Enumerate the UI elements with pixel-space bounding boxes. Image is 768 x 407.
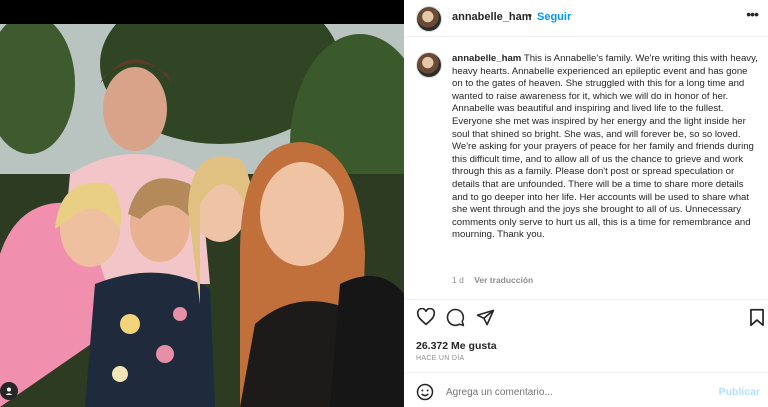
bookmark-icon[interactable] xyxy=(749,308,765,332)
emoji-icon[interactable] xyxy=(416,383,434,406)
post-panel: annabelle_ham • Seguir ••• annabelle_ham… xyxy=(404,0,768,407)
photo-illustration xyxy=(0,24,404,407)
publish-button[interactable]: Publicar xyxy=(719,386,760,398)
post-header: annabelle_ham • Seguir ••• xyxy=(404,0,768,37)
header-separator: • xyxy=(528,10,532,22)
user-tag-icon[interactable] xyxy=(0,382,18,400)
comment-input[interactable] xyxy=(446,387,696,398)
caption-text: This is Annabelle's family. We're writin… xyxy=(452,53,758,241)
caption-avatar[interactable] xyxy=(416,52,442,78)
send-icon[interactable] xyxy=(476,308,495,332)
see-translation-link[interactable]: Ver traducción xyxy=(474,275,533,285)
comment-icon[interactable] xyxy=(446,308,465,332)
follow-button[interactable]: Seguir xyxy=(537,11,571,23)
caption-username[interactable]: annabelle_ham xyxy=(452,53,521,64)
likes-count[interactable]: 26.372 Me gusta xyxy=(416,340,497,352)
post-caption: annabelle_ham This is Annabelle's family… xyxy=(452,53,760,242)
more-options-icon[interactable]: ••• xyxy=(746,6,759,22)
header-username[interactable]: annabelle_ham xyxy=(452,11,531,23)
post-time: HACE UN DÍA xyxy=(416,355,465,362)
divider xyxy=(404,372,768,373)
caption-age: 1 d xyxy=(452,275,464,285)
heart-icon[interactable] xyxy=(416,307,436,331)
divider xyxy=(404,299,768,300)
post-photo[interactable] xyxy=(0,0,404,407)
avatar[interactable] xyxy=(416,6,442,32)
family-photo-image xyxy=(0,24,404,407)
caption-meta: 1 d Ver traducción xyxy=(452,275,541,285)
